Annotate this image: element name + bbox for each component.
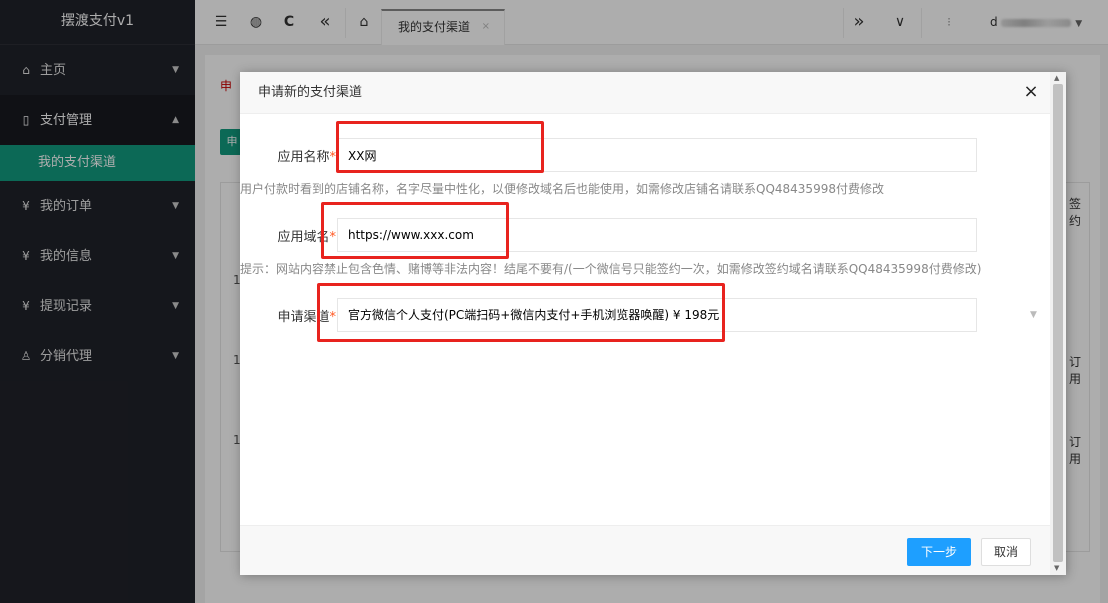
cancel-button[interactable]: 取消 [981,538,1031,566]
next-button[interactable]: 下一步 [907,538,971,566]
required-mark: * [329,150,337,165]
app-name-label: 应用名称* [260,146,336,165]
scroll-up-icon[interactable]: ▲ [1054,74,1059,82]
label-text: 应用名称 [277,150,330,165]
domain-hint: 提示：网站内容禁止包含色情、赌博等非法内容！结尾不要有/(一个微信号只能签约一次… [240,262,982,276]
dialog-scrollbar[interactable]: ▲ ▼ [1050,72,1066,575]
required-mark: * [329,310,337,325]
close-icon[interactable]: × [1020,80,1042,104]
apply-channel-dialog: 申请新的支付渠道 × 应用名称* 用户付款时看到的店铺名称，名字尽量中性化，以便… [240,72,1066,575]
label-text: 申请渠道 [277,310,330,325]
scrollbar-thumb[interactable] [1053,84,1063,562]
app-name-input[interactable] [337,138,977,172]
required-mark: * [329,230,337,245]
chevron-down-icon[interactable]: ▼ [1030,310,1037,320]
scroll-down-icon[interactable]: ▼ [1054,564,1059,572]
label-text: 应用域名 [277,230,330,245]
app-name-hint: 用户付款时看到的店铺名称，名字尽量中性化，以便修改域名后也能使用，如需修改店铺名… [240,182,884,196]
dialog-title: 申请新的支付渠道 [240,72,1066,114]
domain-label: 应用域名* [260,226,336,245]
channel-label: 申请渠道* [260,306,336,325]
domain-input[interactable] [337,218,977,252]
channel-select[interactable]: 官方微信个人支付(PC端扫码+微信内支付+手机浏览器唤醒) ¥ 198元 [337,298,977,332]
